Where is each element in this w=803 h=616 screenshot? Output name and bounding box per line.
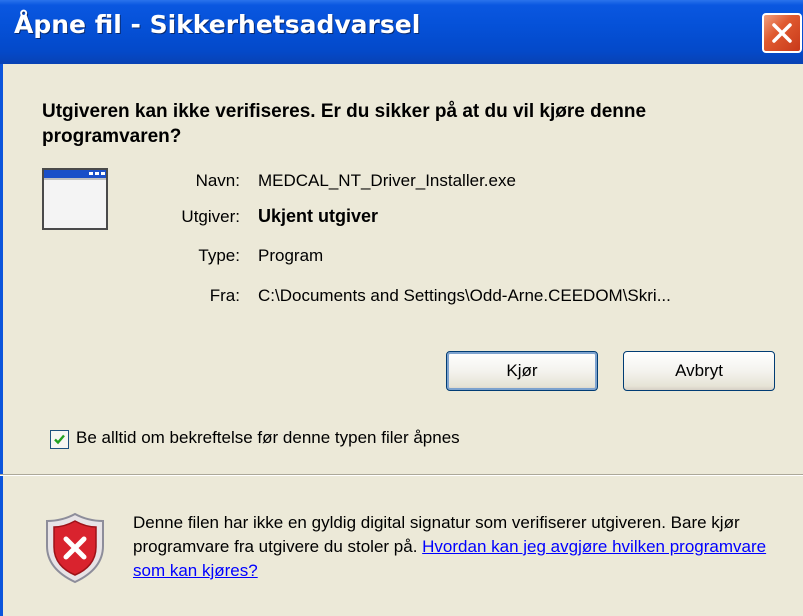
title-bar[interactable]: Åpne fil - Sikkerhetsadvarsel bbox=[0, 0, 803, 64]
name-label: Navn: bbox=[195, 171, 240, 190]
warning-message: Denne filen har ikke en gyldig digital s… bbox=[133, 511, 773, 583]
publisher-value: Ukjent utgiver bbox=[258, 206, 379, 226]
from-value: C:\Documents and Settings\Odd-Arne.CEEDO… bbox=[258, 286, 671, 305]
run-button[interactable]: Kjør bbox=[446, 351, 598, 391]
from-label: Fra: bbox=[209, 286, 240, 305]
question-heading: Utgiveren kan ikke verifiseres. Er du si… bbox=[42, 101, 647, 147]
checkmark-icon bbox=[54, 434, 65, 445]
confirm-checkbox-label[interactable]: Be alltid om bekreftelse før denne typen… bbox=[76, 428, 460, 448]
type-label: Type: bbox=[198, 246, 240, 265]
type-value: Program bbox=[258, 246, 324, 265]
confirm-checkbox[interactable] bbox=[50, 430, 69, 449]
close-button[interactable] bbox=[762, 13, 802, 53]
name-value: MEDCAL_NT_Driver_Installer.exe bbox=[258, 171, 516, 190]
publisher-label: Utgiver: bbox=[181, 207, 240, 226]
window-title: Åpne fil - Sikkerhetsadvarsel bbox=[14, 10, 421, 39]
shield-error-icon bbox=[46, 512, 104, 584]
close-icon bbox=[772, 23, 792, 43]
security-warning-dialog: Åpne fil - Sikkerhetsadvarsel Utgiveren … bbox=[0, 0, 803, 616]
cancel-button[interactable]: Avbryt bbox=[623, 351, 775, 391]
